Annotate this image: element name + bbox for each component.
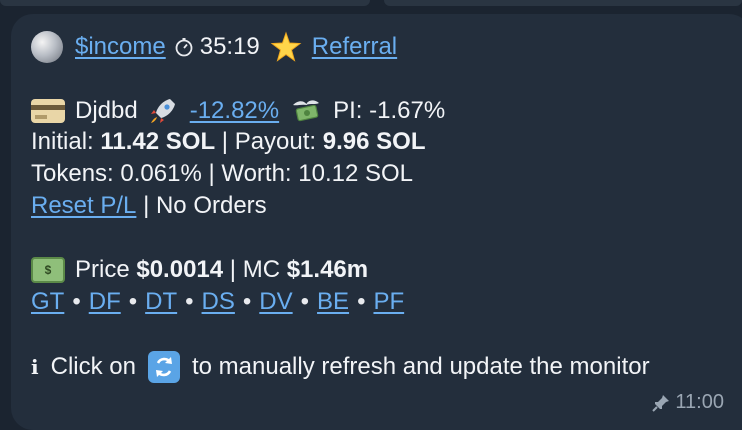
refresh-icon[interactable] xyxy=(147,351,180,383)
referral-link[interactable]: Referral xyxy=(312,32,397,62)
message-time: 11:00 xyxy=(651,391,724,414)
previous-message-edge-right xyxy=(384,0,742,6)
previous-message-edge-left xyxy=(0,0,370,6)
change-percent-link[interactable]: -12.82% xyxy=(190,96,279,126)
globe-icon xyxy=(31,31,63,63)
rocket-icon xyxy=(148,96,178,126)
star-icon xyxy=(270,31,302,63)
initial-label: Initial: xyxy=(31,128,94,155)
mc-value: $1.46m xyxy=(286,256,369,283)
explorer-links-line: GT • DF • DT • DS • DV • BE • PF xyxy=(31,287,404,317)
orders-status: | No Orders xyxy=(143,192,267,219)
link-be[interactable]: BE xyxy=(317,287,349,317)
info-icon: i xyxy=(31,355,39,379)
initial-value: 11.42 SOL xyxy=(100,128,216,155)
reset-pl-link[interactable]: Reset P/L xyxy=(31,191,136,221)
link-ds[interactable]: DS xyxy=(202,287,235,317)
money-wings-icon xyxy=(289,95,323,127)
separator-dot: • xyxy=(242,288,252,315)
timer-value: 35:19 xyxy=(199,33,260,60)
pl-value: PI: -1.67% xyxy=(333,97,446,124)
time-value: 11:00 xyxy=(675,391,724,413)
separator-dot: • xyxy=(185,288,194,315)
initial-payout-line: Initial: 11.42 SOL | Payout: 9.96 SOL xyxy=(31,127,425,157)
separator-dot: • xyxy=(300,288,310,315)
mc-label: | MC xyxy=(229,256,281,283)
separator-dot: • xyxy=(128,288,138,315)
tokens-worth-text: Tokens: 0.061% | Worth: 10.12 SOL xyxy=(31,160,414,187)
tokens-worth-line: Tokens: 0.061% | Worth: 10.12 SOL xyxy=(31,159,413,189)
pin-icon xyxy=(651,393,671,413)
separator-dot: • xyxy=(72,288,81,315)
link-df[interactable]: DF xyxy=(89,287,121,317)
position-line: Djdbd -12.82% PI: -1.67% xyxy=(31,95,445,127)
price-value: $0.0014 xyxy=(136,256,224,283)
link-dv[interactable]: DV xyxy=(259,287,292,317)
separator-dot: • xyxy=(357,288,366,315)
reset-orders-line: Reset P/L | No Orders xyxy=(31,191,267,221)
link-dt[interactable]: DT xyxy=(145,287,177,317)
token-name: Djdbd xyxy=(75,97,138,124)
dollar-banknote-icon: $ xyxy=(31,257,65,283)
previous-message-edge xyxy=(0,0,742,6)
instruction-text: to manually refresh and update the monit… xyxy=(191,353,650,380)
payout-value: 9.96 SOL xyxy=(322,128,426,155)
payout-label: | Payout: xyxy=(221,128,317,155)
price-line: $ Price $0.0014 | MC $1.46m xyxy=(31,255,368,285)
click-on-text: Click on xyxy=(50,353,136,380)
credit-card-icon xyxy=(31,99,65,123)
symbol-link[interactable]: $income xyxy=(75,32,166,62)
link-pf[interactable]: PF xyxy=(373,287,404,317)
link-gt[interactable]: GT xyxy=(31,287,64,317)
stopwatch-icon xyxy=(174,37,194,57)
price-label: Price xyxy=(75,256,130,283)
header-line: $income 35:19 Referral xyxy=(31,31,397,63)
instruction-line: i Click on to manually refresh and updat… xyxy=(31,351,650,383)
